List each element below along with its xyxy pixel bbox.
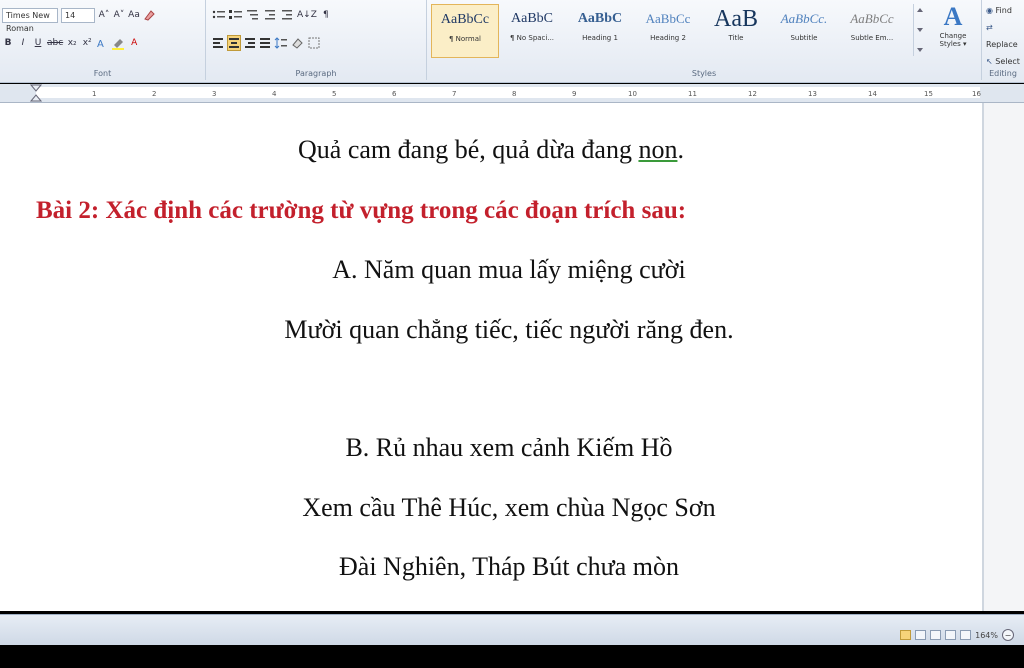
- highlight-color-icon[interactable]: [111, 36, 125, 50]
- style-normal[interactable]: AaBbCc ¶ Normal: [431, 4, 499, 58]
- font-group: Times New Roman 14 A˄ A˅ Aa B I U abc x₂…: [0, 0, 206, 80]
- ruler-tick: 5: [332, 90, 337, 98]
- styles-group: AaBbCc ¶ Normal AaBbC ¶ No Spaci... AaBb…: [427, 0, 982, 80]
- underline-button[interactable]: U: [32, 36, 44, 50]
- change-case-icon[interactable]: Aa: [128, 8, 140, 22]
- multilevel-list-icon[interactable]: [246, 8, 260, 22]
- verse-b-line-1: B. Rủ nhau xem cảnh Kiếm Hồ: [345, 433, 673, 462]
- style-title[interactable]: AaB Title: [703, 4, 769, 56]
- shading-icon[interactable]: [291, 36, 305, 50]
- justify-icon[interactable]: [259, 36, 271, 50]
- bold-button[interactable]: B: [2, 36, 14, 50]
- vertical-scrollbar[interactable]: [982, 103, 984, 611]
- select-button[interactable]: ↖ Select: [986, 53, 1024, 70]
- decrease-indent-icon[interactable]: [263, 8, 277, 22]
- verse-a-line-2: Mười quan chẳng tiếc, tiếc người răng đe…: [284, 315, 734, 344]
- ruler-tick: 8: [512, 90, 517, 98]
- style-subtitle[interactable]: AaBbCc. Subtitle: [771, 4, 837, 56]
- font-size-select[interactable]: 14: [61, 7, 95, 23]
- bullets-icon[interactable]: [212, 8, 226, 22]
- spellcheck-word: non: [638, 135, 678, 164]
- exercise-heading: Bài 2: Xác định các trường từ vựng trong…: [36, 197, 687, 224]
- web-layout-view-icon[interactable]: [930, 630, 942, 640]
- ribbon: Times New Roman 14 A˄ A˅ Aa B I U abc x₂…: [0, 0, 1024, 83]
- ruler-tick: 12: [748, 90, 757, 98]
- change-styles-icon: A: [943, 2, 963, 31]
- indent-marker-icon[interactable]: [30, 84, 42, 102]
- ruler-tick: 6: [392, 90, 397, 98]
- italic-button[interactable]: I: [17, 36, 29, 50]
- sort-icon[interactable]: A↓Z: [297, 8, 317, 22]
- binoculars-icon: ◉: [986, 6, 993, 15]
- show-marks-icon[interactable]: ¶: [320, 8, 332, 22]
- verse-a-line-1: A. Năm quan mua lấy miệng cười: [332, 255, 686, 284]
- ruler-tick: 3: [212, 90, 217, 98]
- ruler-tick: 13: [808, 90, 817, 98]
- ruler-tick: 1: [92, 90, 97, 98]
- ruler-tick: 11: [688, 90, 697, 98]
- font-name-select[interactable]: Times New Roman: [2, 7, 58, 33]
- ruler-tick: 14: [868, 90, 877, 98]
- ruler-tick: 9: [572, 90, 577, 98]
- styles-scroll[interactable]: [913, 4, 926, 56]
- font-color-button[interactable]: A: [128, 36, 140, 50]
- numbering-icon[interactable]: [229, 8, 243, 22]
- line-spacing-icon[interactable]: [274, 36, 288, 50]
- change-styles-button[interactable]: A Change Styles ▾: [929, 2, 977, 62]
- font-group-label: Font: [93, 69, 112, 78]
- full-screen-view-icon[interactable]: [915, 630, 927, 640]
- styles-group-label: Styles: [691, 69, 717, 78]
- style-heading-1[interactable]: AaBbC Heading 1: [567, 4, 633, 56]
- editing-group-label: Editing: [989, 69, 1017, 78]
- align-center-icon[interactable]: [227, 35, 241, 51]
- print-layout-view-icon[interactable]: [900, 630, 912, 640]
- outline-view-icon[interactable]: [945, 630, 957, 640]
- ruler-tick: 4: [272, 90, 277, 98]
- ruler-tick: 10: [628, 90, 637, 98]
- shrink-font-icon[interactable]: A˅: [113, 8, 125, 22]
- text-effects-icon[interactable]: A: [96, 36, 108, 50]
- verse-b-line-3: Đài Nghiên, Tháp Bút chưa mòn: [339, 552, 679, 581]
- zoom-out-icon[interactable]: −: [1002, 629, 1014, 641]
- paragraph-group: A↓Z ¶ Paragraph: [206, 0, 427, 80]
- doc-line: Quả cam đang bé, quả dừa đang non.: [298, 135, 684, 164]
- clear-format-icon[interactable]: [143, 8, 155, 22]
- status-bar: 164% −: [0, 614, 1024, 645]
- align-right-icon[interactable]: [244, 36, 256, 50]
- verse-b-line-2: Xem cầu Thê Húc, xem chùa Ngọc Sơn: [302, 493, 716, 522]
- document-page[interactable]: Quả cam đang bé, quả dừa đang non. Bài 2…: [0, 103, 983, 611]
- replace-button[interactable]: ⇄ Replace: [986, 19, 1024, 53]
- ruler-tick: 15: [924, 90, 933, 98]
- superscript-button[interactable]: x²: [81, 36, 93, 50]
- editing-group: ◉ Find ⇄ Replace ↖ Select Editing: [982, 0, 1024, 80]
- find-button[interactable]: ◉ Find: [986, 2, 1024, 19]
- ruler-tick: 2: [152, 90, 157, 98]
- strikethrough-button[interactable]: abc: [47, 36, 63, 50]
- zoom-level[interactable]: 164%: [975, 631, 998, 640]
- ruler-tick: 16: [972, 90, 981, 98]
- ruler-tick: 7: [452, 90, 457, 98]
- paragraph-group-label: Paragraph: [295, 69, 337, 78]
- style-heading-2[interactable]: AaBbCc Heading 2: [635, 4, 701, 56]
- subscript-button[interactable]: x₂: [66, 36, 78, 50]
- borders-icon[interactable]: [308, 36, 320, 50]
- increase-indent-icon[interactable]: [280, 8, 294, 22]
- style-subtle-emphasis[interactable]: AaBbCc Subtle Em...: [839, 4, 905, 56]
- grow-font-icon[interactable]: A˄: [98, 8, 110, 22]
- cursor-icon: ↖: [986, 57, 993, 66]
- horizontal-ruler[interactable]: 1 2 3 4 5 6 7 8 9 10 11 12 13 14 15 16: [0, 84, 1024, 103]
- replace-icon: ⇄: [986, 23, 993, 32]
- style-no-spacing[interactable]: AaBbC ¶ No Spaci...: [499, 4, 565, 56]
- svg-text:A: A: [97, 39, 104, 49]
- screen-border: [0, 645, 1024, 668]
- draft-view-icon[interactable]: [960, 630, 972, 640]
- align-left-icon[interactable]: [212, 36, 224, 50]
